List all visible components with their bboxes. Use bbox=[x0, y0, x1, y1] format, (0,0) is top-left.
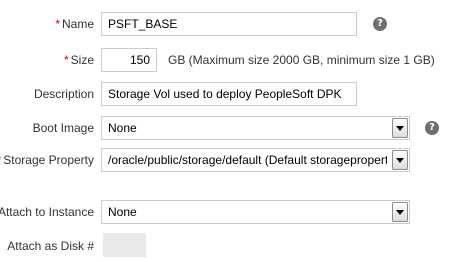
size-hint: GB (Maximum size 2000 GB, minimum size 1… bbox=[168, 53, 435, 67]
required-marker: * bbox=[55, 17, 60, 31]
chevron-down-icon[interactable] bbox=[392, 202, 408, 222]
attach-to-instance-value: None bbox=[108, 205, 137, 219]
required-marker: * bbox=[0, 153, 1, 167]
name-input[interactable]: PSFT_BASE bbox=[101, 12, 357, 36]
boot-image-value: None bbox=[108, 121, 137, 135]
attach-to-instance-label: Attach to Instance bbox=[0, 205, 94, 219]
storage-property-select[interactable]: /oracle/public/storage/default (Default … bbox=[101, 148, 410, 172]
boot-image-label: Boot Image bbox=[32, 121, 94, 135]
size-input[interactable]: 150 bbox=[101, 48, 157, 72]
help-icon[interactable]: ? bbox=[373, 17, 387, 31]
name-label: * Name bbox=[55, 17, 94, 31]
storage-property-value: /oracle/public/storage/default (Default … bbox=[108, 153, 387, 167]
size-label: * Size bbox=[63, 53, 94, 67]
boot-image-select[interactable]: None bbox=[101, 116, 410, 140]
attach-as-disk-input bbox=[103, 233, 146, 257]
chevron-down-icon[interactable] bbox=[392, 150, 408, 170]
storage-property-label: *Storage Property bbox=[0, 148, 94, 172]
description-input[interactable]: Storage Vol used to deploy PeopleSoft DP… bbox=[101, 82, 357, 106]
description-label: Description bbox=[33, 87, 94, 101]
chevron-down-icon[interactable] bbox=[392, 118, 408, 138]
attach-as-disk-label: Attach as Disk # bbox=[7, 239, 94, 253]
required-marker: * bbox=[63, 53, 69, 67]
help-icon[interactable]: ? bbox=[425, 121, 439, 135]
attach-to-instance-select[interactable]: None bbox=[101, 200, 410, 224]
